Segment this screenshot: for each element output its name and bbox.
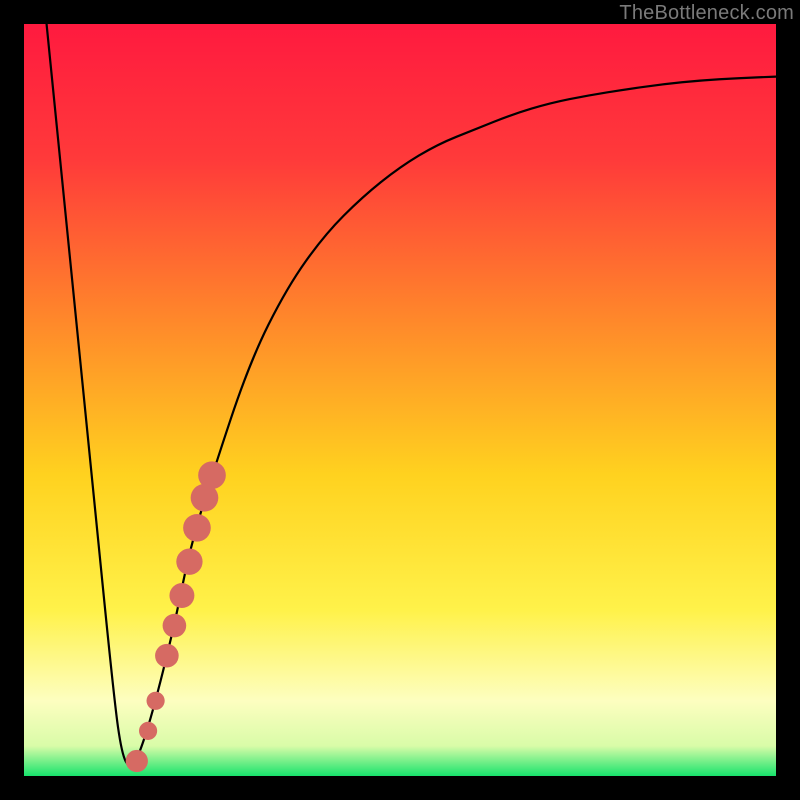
watermark-text: TheBottleneck.com	[619, 2, 794, 25]
marker-dot	[139, 722, 157, 740]
marker-dot	[163, 614, 187, 638]
marker-dot	[176, 549, 202, 575]
marker-dot	[198, 461, 226, 489]
marker-dot	[183, 514, 211, 542]
chart-background	[24, 24, 776, 776]
marker-dot	[169, 583, 194, 608]
marker-dot	[126, 750, 148, 772]
marker-dot	[155, 644, 179, 668]
marker-dot	[147, 692, 165, 710]
chart-frame	[24, 24, 776, 776]
chart-svg	[24, 24, 776, 776]
